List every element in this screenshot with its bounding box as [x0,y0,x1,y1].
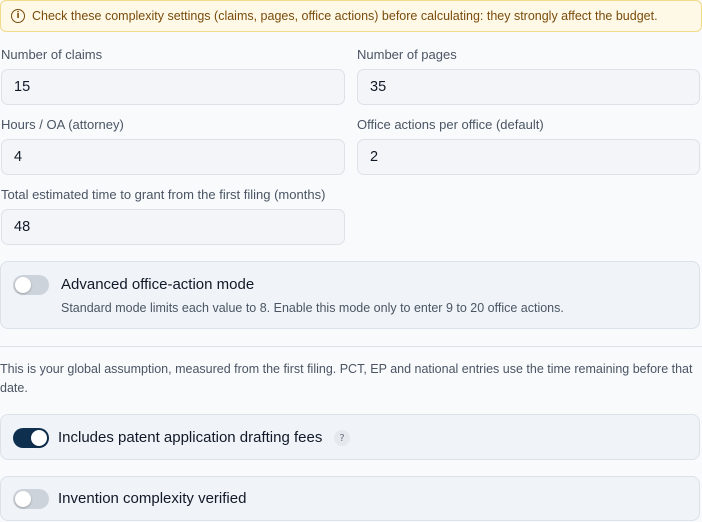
pages-label: Number of pages [357,47,457,62]
advanced-mode-description: Standard mode limits each value to 8. En… [61,301,564,315]
toggle-knob [15,491,31,507]
office-actions-input[interactable]: 2 [357,139,700,175]
advanced-mode-toggle[interactable] [13,275,49,295]
toggle-knob [15,277,31,293]
office-actions-label: Office actions per office (default) [357,117,544,132]
warning-text: Check these complexity settings (claims,… [32,9,658,23]
drafting-fees-label: Includes patent application drafting fee… [58,429,323,446]
complexity-verified-panel: Invention complexity verified [0,476,700,521]
claims-input[interactable]: 15 [1,69,345,105]
section-divider [0,346,702,347]
drafting-fees-panel: Includes patent application drafting fee… [0,414,700,460]
hours-oa-label: Hours / OA (attorney) [1,117,124,132]
time-to-grant-input[interactable]: 48 [1,209,345,245]
hours-oa-input[interactable]: 4 [1,139,345,175]
drafting-fees-toggle[interactable] [13,428,49,448]
advanced-mode-panel: Advanced office-action mode Standard mod… [0,261,700,329]
toggle-knob [31,430,47,446]
time-to-grant-label: Total estimated time to grant from the f… [1,187,326,202]
question-icon[interactable]: ? [334,430,350,446]
pages-input[interactable]: 35 [357,69,700,105]
info-icon: i [11,9,25,23]
complexity-verified-label: Invention complexity verified [58,490,247,507]
advanced-mode-title: Advanced office-action mode [61,276,255,293]
complexity-verified-toggle[interactable] [13,489,49,509]
global-assumption-note: This is your global assumption, measured… [0,362,693,395]
complexity-warning-banner: i Check these complexity settings (claim… [0,0,702,32]
claims-label: Number of claims [1,47,103,62]
